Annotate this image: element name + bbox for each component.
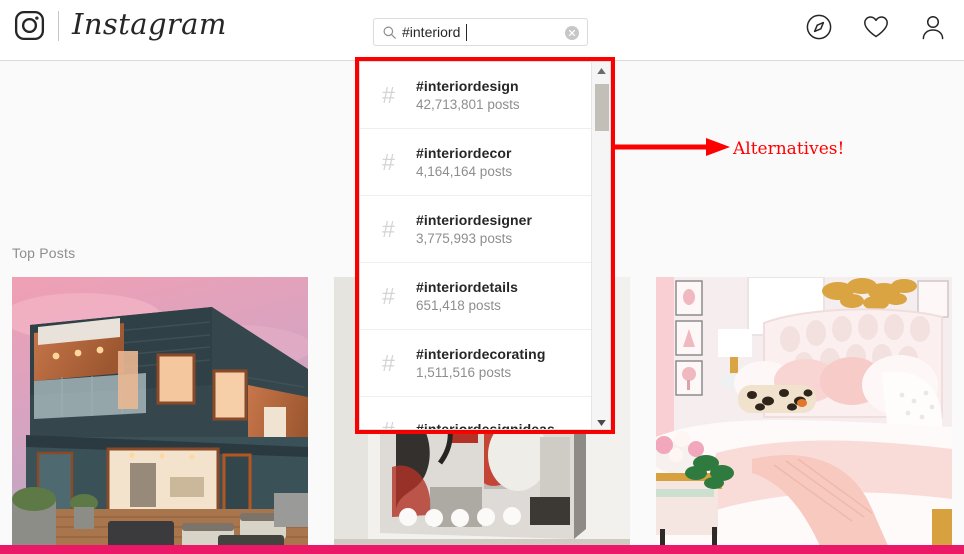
clear-search-button[interactable] — [565, 26, 579, 40]
search-result-row[interactable]: # #interiordesign 42,713,801 posts — [360, 62, 592, 129]
site-header: Instagram — [0, 0, 964, 61]
pink-white-bedroom-image — [656, 277, 952, 554]
hashtag-icon: # — [382, 282, 395, 309]
hashtag-post-count: 1,511,516 posts — [416, 365, 512, 380]
scroll-down-arrow-icon[interactable] — [592, 414, 610, 429]
search-result-row[interactable]: # #interiordetails 651,418 posts — [360, 263, 592, 330]
post-thumbnail-pink-bedroom[interactable] — [656, 277, 952, 554]
text-caret — [466, 24, 467, 41]
right-arrow-icon — [612, 138, 730, 156]
search-result-row[interactable]: # #interiordesignideas — [360, 397, 592, 430]
search-input[interactable] — [402, 20, 552, 44]
hashtag-icon: # — [382, 349, 395, 376]
person-icon[interactable] — [920, 14, 946, 40]
search-result-row[interactable]: # #interiordecor 4,164,164 posts — [360, 129, 592, 196]
annotation-label: Alternatives! — [733, 139, 845, 159]
hashtag-name: #interiordecorating — [416, 346, 546, 362]
heart-icon[interactable] — [863, 15, 889, 39]
hashtag-icon: # — [382, 81, 395, 108]
annotation-box-dropdown: # #interiordesign 42,713,801 posts # #in… — [355, 57, 615, 434]
hashtag-name: #interiordetails — [416, 279, 518, 295]
modern-house-sunset-image — [12, 277, 308, 554]
hashtag-icon: # — [382, 215, 395, 242]
instagram-camera-icon[interactable] — [14, 10, 45, 41]
search-box[interactable] — [373, 18, 588, 46]
hashtag-name: #interiordesignideas — [416, 420, 555, 430]
brand-wordmark: Instagram — [72, 7, 227, 41]
search-icon — [383, 26, 396, 39]
hashtag-post-count: 4,164,164 posts — [416, 164, 513, 179]
post-thumbnail-modern-house-sunset[interactable] — [12, 277, 308, 554]
compass-icon[interactable] — [806, 14, 832, 40]
close-icon — [568, 29, 576, 37]
instagram-search-screen: Instagram #interiord Top Posts # #interi… — [0, 0, 964, 554]
logo-divider — [58, 10, 59, 41]
hashtag-icon: # — [382, 148, 395, 175]
hashtag-icon: # — [382, 416, 395, 430]
top-posts-label: Top Posts — [12, 245, 76, 261]
bottom-accent-bar — [0, 545, 964, 554]
search-results-dropdown: # #interiordesign 42,713,801 posts # #in… — [359, 61, 611, 430]
search-result-row[interactable]: # #interiordesigner 3,775,993 posts — [360, 196, 592, 263]
header-actions — [806, 14, 946, 40]
hashtag-name: #interiordesigner — [416, 212, 533, 228]
logo-group[interactable]: Instagram — [14, 10, 227, 41]
dropdown-scrollbar[interactable] — [591, 62, 610, 429]
scrollbar-thumb[interactable] — [595, 84, 609, 131]
hashtag-post-count: 651,418 posts — [416, 298, 501, 313]
hashtag-name: #interiordecor — [416, 145, 512, 161]
hashtag-post-count: 42,713,801 posts — [416, 97, 520, 112]
hashtag-post-count: 3,775,993 posts — [416, 231, 513, 246]
hashtag-name: #interiordesign — [416, 78, 519, 94]
scroll-up-arrow-icon[interactable] — [592, 62, 610, 79]
search-result-row[interactable]: # #interiordecorating 1,511,516 posts — [360, 330, 592, 397]
search-results-list: # #interiordesign 42,713,801 posts # #in… — [360, 62, 592, 430]
dropdown-pointer — [468, 61, 486, 62]
